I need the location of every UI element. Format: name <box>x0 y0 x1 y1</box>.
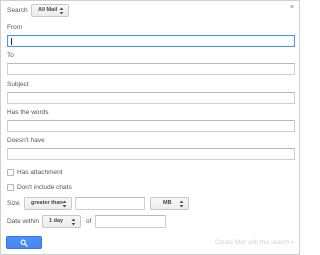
close-icon[interactable]: × <box>290 3 294 12</box>
has-words-field[interactable] <box>7 120 295 132</box>
has-attachment-label: Has attachment <box>17 169 63 176</box>
date-of-label: of <box>86 218 92 225</box>
from-field[interactable] <box>7 35 295 47</box>
dont-include-chats-label: Don't include chats <box>17 184 72 191</box>
search-label: Search <box>7 7 28 14</box>
size-operator-dropdown[interactable]: greater than <box>24 197 72 210</box>
date-of-field[interactable] <box>95 215 166 228</box>
size-amount-field[interactable] <box>75 197 145 210</box>
create-filter-link[interactable]: Create filter with this search » <box>215 239 294 247</box>
updown-arrows-icon <box>59 7 64 15</box>
search-button[interactable] <box>6 236 42 249</box>
has-words-label: Has the words <box>7 109 49 116</box>
size-operator-value: greater than <box>31 200 63 206</box>
size-label: Size <box>7 200 20 207</box>
dont-include-chats-checkbox[interactable] <box>7 184 14 191</box>
to-label: To <box>7 52 14 59</box>
date-range-value: 1 day <box>49 218 64 224</box>
date-within-label: Date within <box>7 218 40 225</box>
search-scope-dropdown[interactable]: All Mail <box>31 4 69 17</box>
size-unit-value: MB <box>163 200 172 206</box>
to-field[interactable] <box>7 63 295 75</box>
updown-arrows-icon <box>62 200 67 208</box>
updown-arrows-icon <box>71 218 76 226</box>
has-attachment-checkbox[interactable] <box>7 169 14 176</box>
text-caret <box>11 38 12 45</box>
doesnt-have-field[interactable] <box>7 148 295 160</box>
updown-arrows-icon <box>179 200 184 208</box>
advanced-search-panel: Search All Mail × From To Subject Has th… <box>0 0 300 255</box>
subject-field[interactable] <box>7 92 295 104</box>
search-scope-value: All Mail <box>38 7 58 13</box>
from-label: From <box>7 24 23 31</box>
date-range-dropdown[interactable]: 1 day <box>42 215 81 228</box>
subject-label: Subject <box>7 81 29 88</box>
size-unit-dropdown[interactable]: MB <box>150 197 189 210</box>
doesnt-have-label: Doesn't have <box>7 137 45 144</box>
search-icon <box>20 239 28 247</box>
